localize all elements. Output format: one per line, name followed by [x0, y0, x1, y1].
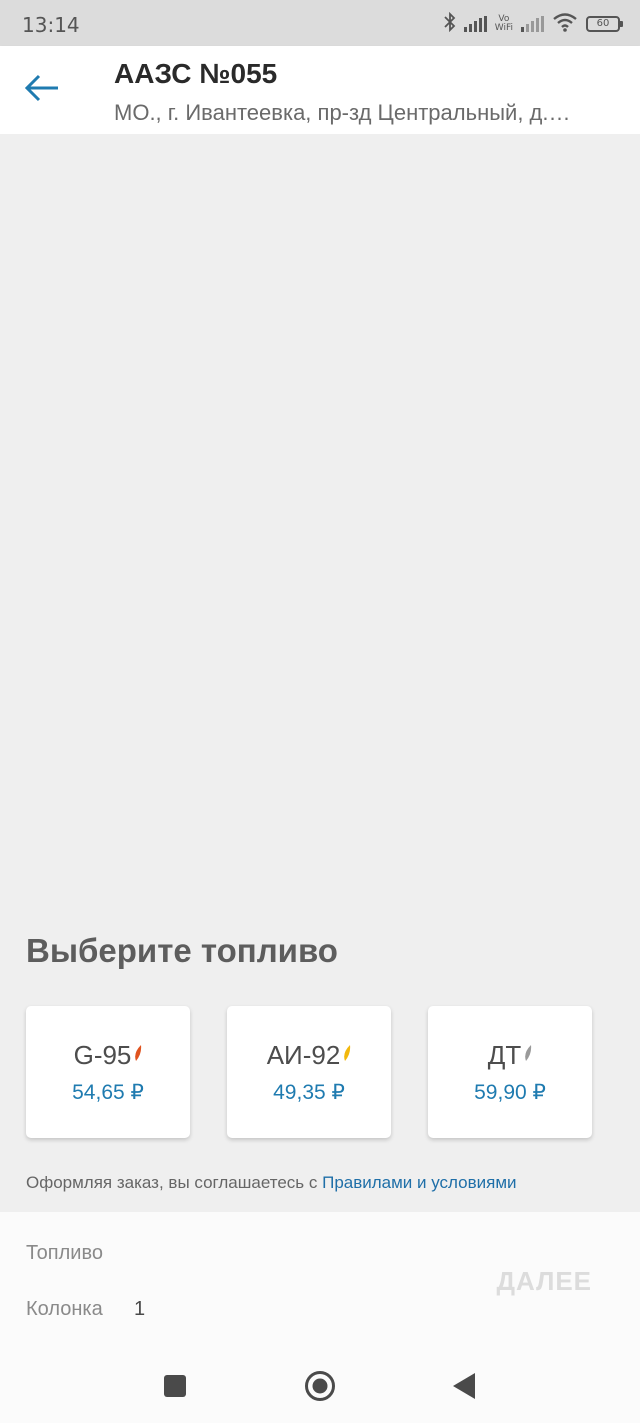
fuel-section-title: Выберите топливо	[26, 932, 338, 969]
fuel-price: 54,65 ₽	[72, 1081, 144, 1104]
home-button[interactable]	[298, 1366, 342, 1410]
status-time: 13:14	[22, 13, 80, 37]
bluetooth-icon	[444, 11, 456, 36]
terms-link[interactable]: Правилами и условиями	[322, 1173, 516, 1192]
fuel-name: ДТ	[487, 1040, 522, 1070]
fuel-options: G-95 54,65 ₽ АИ-92 49,35 ₽ ДТ 59,90 ₽	[26, 1006, 592, 1138]
signal-icon	[463, 16, 487, 32]
signal-icon	[521, 16, 544, 32]
leaf-icon	[134, 1044, 142, 1062]
terms-prefix: Оформляя заказ, вы соглашаетесь с	[26, 1173, 323, 1192]
fuel-option-dt[interactable]: ДТ 59,90 ₽	[428, 1006, 592, 1138]
pump-label: Колонка	[26, 1298, 103, 1320]
arrow-left-icon	[24, 73, 60, 107]
square-icon	[164, 1375, 186, 1401]
vowifi-icon: Vo WiFi	[495, 15, 513, 33]
terms-text: Оформляя заказ, вы соглашаетесь с Правил…	[26, 1173, 517, 1193]
order-panel: Топливо Колонка 1 ДАЛЕЕ	[0, 1212, 640, 1352]
fuel-name-row: G-95	[26, 1040, 190, 1071]
fuel-option-ai92[interactable]: АИ-92 49,35 ₽	[227, 1006, 391, 1138]
station-address: МО., г. Ивантеевка, пр-зд Центральный, д…	[114, 100, 571, 125]
recent-apps-button[interactable]	[153, 1366, 197, 1410]
fuel-option-g95[interactable]: G-95 54,65 ₽	[26, 1006, 190, 1138]
battery-icon: 60	[586, 16, 623, 32]
fuel-label: Топливо	[26, 1242, 103, 1264]
navigation-bar	[0, 1352, 640, 1423]
map-area[interactable]	[0, 134, 640, 914]
app-header: ААЗС №055 МО., г. Ивантеевка, пр-зд Цент…	[0, 46, 640, 134]
fuel-name-row: АИ-92	[227, 1040, 391, 1071]
leaf-icon	[343, 1044, 351, 1062]
fuel-name-row: ДТ	[428, 1040, 592, 1071]
circle-home-icon	[304, 1370, 336, 1406]
status-bar: 13:14 Vo WiFi 60	[0, 0, 640, 46]
fuel-name: G-95	[73, 1040, 132, 1070]
vowifi-bottom-label: WiFi	[494, 23, 513, 33]
back-nav-button[interactable]	[442, 1366, 486, 1410]
status-icons: Vo WiFi 60	[444, 11, 623, 36]
fuel-name: АИ-92	[266, 1040, 341, 1070]
station-title: ААЗС №055	[114, 58, 278, 89]
next-button[interactable]: ДАЛЕЕ	[496, 1266, 592, 1297]
leaf-icon	[524, 1044, 532, 1062]
fuel-price: 49,35 ₽	[273, 1081, 345, 1104]
triangle-back-icon	[453, 1373, 475, 1403]
back-button[interactable]	[18, 68, 66, 112]
pump-value: 1	[134, 1298, 146, 1320]
wifi-icon	[552, 12, 578, 36]
fuel-price: 59,90 ₽	[474, 1081, 546, 1104]
